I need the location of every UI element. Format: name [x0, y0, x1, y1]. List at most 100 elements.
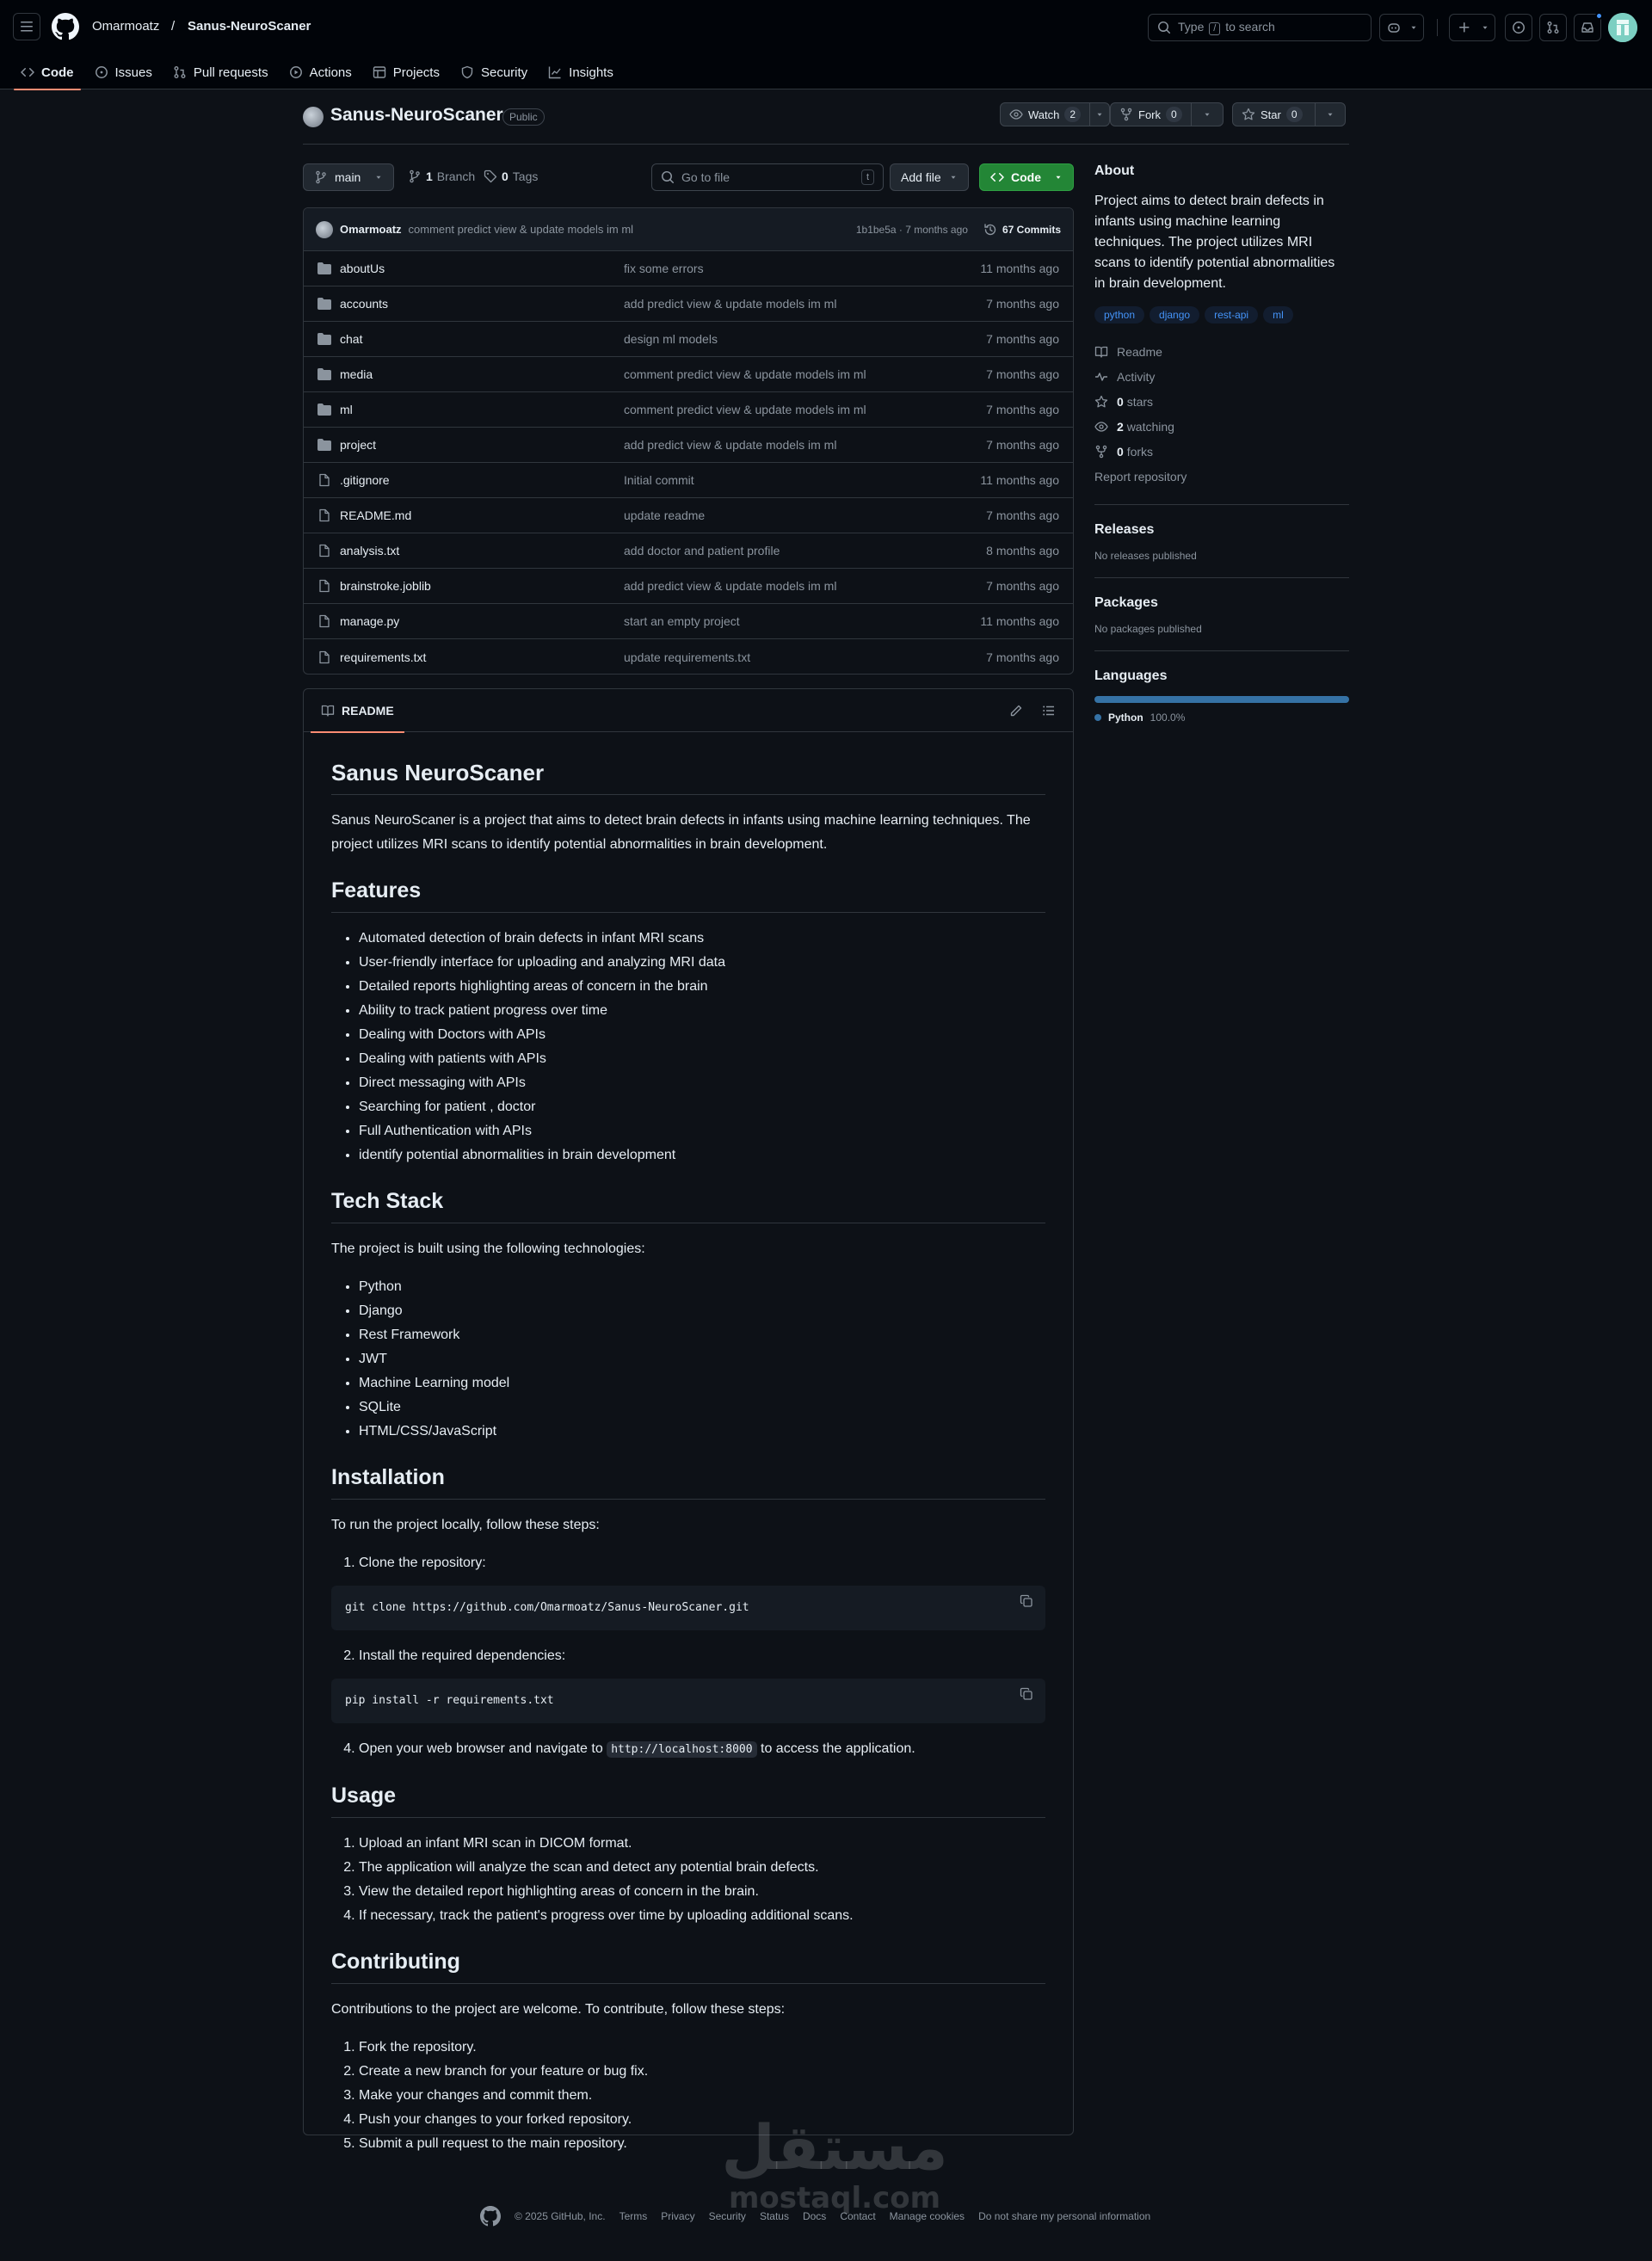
packages-heading[interactable]: Packages [1094, 595, 1349, 611]
outline-button[interactable] [1035, 697, 1063, 724]
copy-pip-button[interactable] [1020, 1687, 1033, 1701]
file-commit-message[interactable]: add predict view & update models im ml [624, 438, 986, 452]
stars-link[interactable]: 0 stars [1094, 389, 1349, 414]
file-commit-message[interactable]: comment predict view & update models im … [624, 403, 986, 416]
tab-issues[interactable]: Issues [88, 55, 159, 89]
file-commit-message[interactable]: add predict view & update models im ml [624, 297, 986, 311]
file-name[interactable]: ml [340, 403, 624, 416]
topic-tag[interactable]: python [1094, 306, 1145, 323]
footer-link[interactable]: Status [760, 2210, 789, 2222]
file-name[interactable]: README.md [340, 508, 624, 522]
readme-tab[interactable]: README [311, 689, 404, 733]
releases-heading[interactable]: Releases [1094, 522, 1349, 538]
commits-history-link[interactable]: 67 Commits [983, 223, 1061, 237]
file-name[interactable]: accounts [340, 297, 624, 311]
notifications-button[interactable] [1574, 12, 1603, 41]
owner-avatar[interactable] [303, 107, 324, 127]
file-row[interactable]: ml comment predict view & update models i… [304, 392, 1073, 428]
tab-pull-requests[interactable]: Pull requests [166, 55, 275, 89]
file-name[interactable]: aboutUs [340, 262, 624, 275]
footer-link[interactable]: Terms [620, 2210, 648, 2222]
file-commit-message[interactable]: update readme [624, 508, 986, 522]
branches-link[interactable]: 1 Branch [408, 169, 475, 183]
tab-insights[interactable]: Insights [541, 55, 620, 89]
file-name[interactable]: analysis.txt [340, 544, 624, 558]
star-button[interactable]: Star 0 [1232, 102, 1346, 126]
edit-readme-button[interactable] [1002, 697, 1030, 724]
file-row[interactable]: .gitignore Initial commit 11 months ago [304, 463, 1073, 498]
repo-link[interactable]: Sanus-NeuroScaner [188, 19, 311, 34]
language-python[interactable]: Python 100.0% [1094, 712, 1349, 724]
file-commit-message[interactable]: add doctor and patient profile [624, 544, 986, 558]
file-row[interactable]: analysis.txt add doctor and patient profi… [304, 533, 1073, 569]
file-name[interactable]: requirements.txt [340, 650, 624, 664]
fork-dropdown[interactable] [1192, 103, 1223, 126]
issues-button[interactable] [1505, 14, 1532, 41]
readme-link[interactable]: Readme [1094, 339, 1349, 364]
commit-message[interactable]: comment predict view & update models im … [409, 223, 634, 236]
footer-link[interactable]: Docs [803, 2210, 826, 2222]
commit-author[interactable]: Omarmoatz [340, 223, 402, 236]
file-row[interactable]: requirements.txt update requirements.txt 7… [304, 639, 1073, 674]
file-row[interactable]: README.md update readme 7 months ago [304, 498, 1073, 533]
file-commit-message[interactable]: update requirements.txt [624, 650, 986, 664]
hamburger-menu-button[interactable] [13, 13, 40, 40]
copy-clone-button[interactable] [1020, 1594, 1033, 1608]
footer-link[interactable]: Do not share my personal information [978, 2210, 1150, 2222]
star-dropdown[interactable] [1316, 103, 1345, 126]
file-commit-message[interactable]: start an empty project [624, 614, 980, 628]
file-name[interactable]: project [340, 438, 624, 452]
file-row[interactable]: aboutUs fix some errors 11 months ago [304, 251, 1073, 286]
file-name[interactable]: chat [340, 332, 624, 346]
tags-link[interactable]: 0 Tags [484, 169, 538, 183]
file-name[interactable]: brainstroke.joblib [340, 579, 624, 593]
file-row[interactable]: media comment predict view & update model… [304, 357, 1073, 392]
go-to-file-input[interactable]: Go to file t [651, 163, 884, 191]
file-row[interactable]: project add predict view & update models … [304, 428, 1073, 463]
watch-button[interactable]: Watch 2 [1000, 102, 1111, 126]
file-type-icon [317, 650, 331, 664]
github-logo-icon[interactable] [52, 13, 79, 40]
report-repository-link[interactable]: Report repository [1094, 464, 1349, 489]
pull-requests-button[interactable] [1539, 14, 1567, 41]
commit-author-avatar[interactable] [316, 220, 333, 238]
file-commit-message[interactable]: design ml models [624, 332, 986, 346]
fork-button[interactable]: Fork 0 [1110, 102, 1224, 126]
footer-link[interactable]: Manage cookies [890, 2210, 965, 2222]
tab-code[interactable]: Code [14, 55, 81, 90]
global-search-input[interactable]: Type / to search [1148, 14, 1372, 41]
tab-projects[interactable]: Projects [366, 55, 447, 89]
file-name[interactable]: media [340, 367, 624, 381]
file-commit-message[interactable]: Initial commit [624, 473, 980, 487]
file-row[interactable]: brainstroke.joblib add predict view & upd… [304, 569, 1073, 604]
file-row[interactable]: accounts add predict view & update models… [304, 286, 1073, 322]
code-dropdown-button[interactable]: Code [979, 163, 1074, 191]
tab-security[interactable]: Security [453, 55, 534, 89]
footer-link[interactable]: Security [709, 2210, 746, 2222]
copilot-button[interactable] [1379, 14, 1424, 41]
footer-link[interactable]: Privacy [661, 2210, 694, 2222]
file-row[interactable]: manage.py start an empty project 11 months… [304, 604, 1073, 639]
topic-tag[interactable]: rest-api [1205, 306, 1259, 323]
topic-tag[interactable]: django [1150, 306, 1200, 323]
branch-selector[interactable]: main [303, 163, 394, 191]
user-avatar[interactable] [1608, 13, 1637, 42]
file-row[interactable]: chat design ml models 7 months ago [304, 322, 1073, 357]
forks-link[interactable]: 0 forks [1094, 439, 1349, 464]
footer-link[interactable]: Contact [840, 2210, 875, 2222]
file-commit-message[interactable]: comment predict view & update models im … [624, 367, 986, 381]
watch-dropdown[interactable] [1090, 103, 1109, 126]
file-name[interactable]: manage.py [340, 614, 624, 628]
add-file-button[interactable]: Add file [890, 163, 969, 191]
commit-meta[interactable]: 1b1be5a · 7 months ago [856, 224, 968, 236]
repo-title[interactable]: Sanus-NeuroScaner [330, 105, 503, 126]
file-commit-message[interactable]: fix some errors [624, 262, 980, 275]
activity-link[interactable]: Activity [1094, 364, 1349, 389]
tab-actions[interactable]: Actions [282, 55, 359, 89]
create-new-button[interactable] [1449, 14, 1495, 41]
owner-link[interactable]: Omarmoatz [92, 19, 159, 34]
topic-tag[interactable]: ml [1263, 306, 1293, 323]
watching-link[interactable]: 2 watching [1094, 414, 1349, 439]
file-commit-message[interactable]: add predict view & update models im ml [624, 579, 986, 593]
file-name[interactable]: .gitignore [340, 473, 624, 487]
